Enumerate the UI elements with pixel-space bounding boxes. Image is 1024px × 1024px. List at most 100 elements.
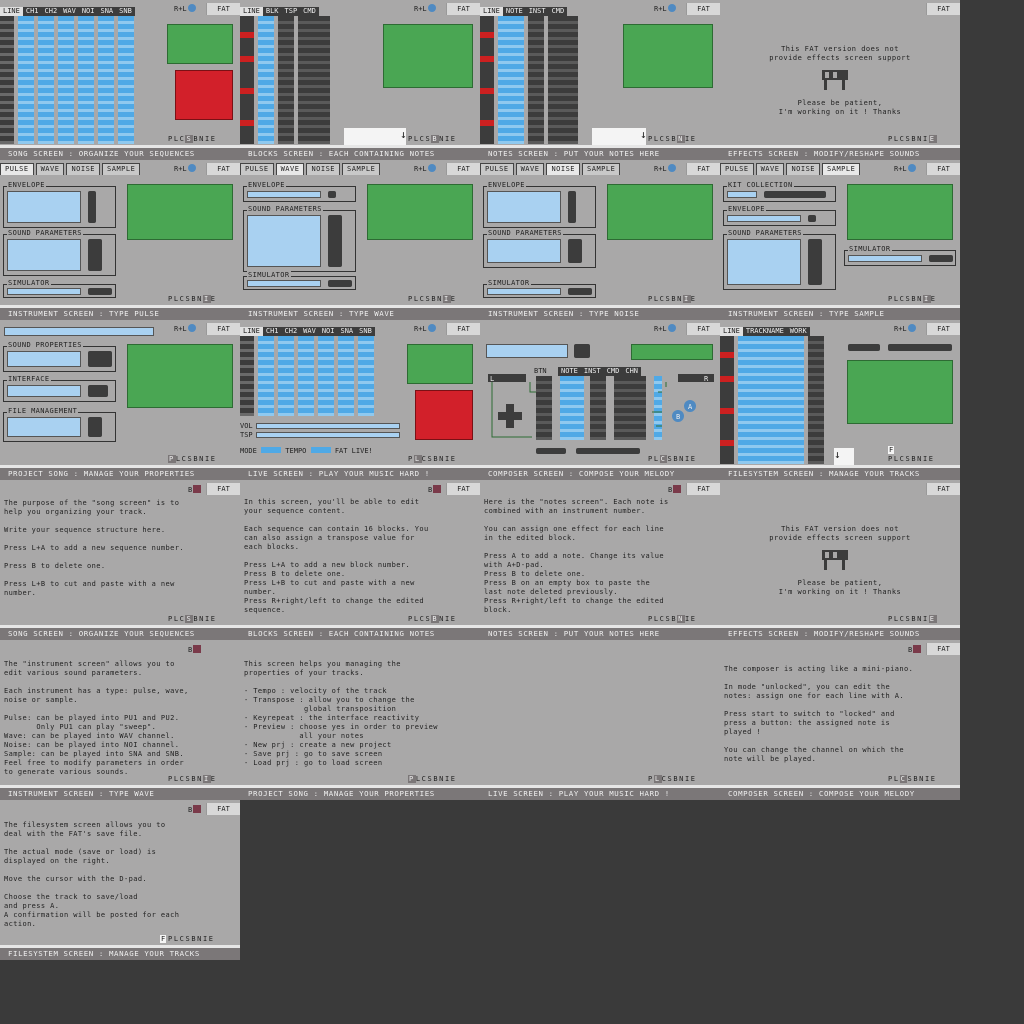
snb-column[interactable] — [118, 16, 134, 144]
nav-i-active[interactable]: I — [202, 775, 211, 783]
simulator-button[interactable] — [328, 280, 352, 287]
help-icon[interactable] — [427, 164, 436, 172]
screen-nav[interactable]: PLCSBNIE — [168, 295, 217, 303]
tab-wave[interactable]: WAVE — [35, 163, 65, 175]
wav-column[interactable] — [298, 336, 314, 416]
help-close[interactable]: B — [428, 485, 442, 494]
nav-e[interactable]: E — [209, 935, 215, 943]
nav-e[interactable]: E — [451, 775, 457, 783]
close-icon[interactable] — [433, 485, 442, 493]
help-icon[interactable] — [427, 4, 436, 12]
notes-grid[interactable] — [480, 16, 578, 144]
file-controls[interactable] — [88, 417, 102, 437]
vol-bar[interactable] — [256, 423, 400, 429]
help-close[interactable]: B — [668, 485, 682, 494]
help-icon[interactable] — [667, 324, 676, 332]
envelope-controls[interactable] — [328, 191, 336, 198]
nav-i-active[interactable]: I — [442, 295, 451, 303]
tab-noise[interactable]: NOISE — [66, 163, 101, 175]
blk-column[interactable] — [258, 16, 274, 144]
sound-graph[interactable] — [487, 239, 561, 263]
simulator-button[interactable] — [929, 255, 953, 262]
help-icon[interactable] — [667, 4, 676, 12]
filesystem-grid[interactable] — [720, 336, 824, 464]
screen-nav[interactable]: PLCSBNIE — [648, 615, 697, 623]
ch2-column[interactable] — [38, 16, 54, 144]
project-name-field[interactable] — [4, 327, 154, 336]
sound-controls[interactable] — [568, 239, 582, 263]
simulator-button[interactable] — [88, 288, 112, 295]
tab-wave[interactable]: WAVE — [275, 163, 305, 175]
screen-nav[interactable]: PLCSBNIE — [408, 615, 457, 623]
instrument-tabs[interactable]: PULSE WAVE NOISE SAMPLE — [480, 163, 622, 175]
nav-e[interactable]: E — [931, 775, 937, 783]
blocks-grid[interactable] — [240, 16, 330, 144]
mode-button[interactable] — [848, 344, 880, 351]
nav-e[interactable]: E — [211, 135, 217, 143]
screen-nav[interactable]: PLCSBNIE — [888, 295, 937, 303]
screen-nav[interactable]: PLCSBNIE — [648, 775, 697, 783]
composer-toggle[interactable] — [574, 344, 590, 358]
nav-e[interactable]: E — [211, 615, 217, 623]
sna-column[interactable] — [98, 16, 114, 144]
help-icon[interactable] — [427, 324, 436, 332]
close-icon[interactable] — [913, 645, 922, 653]
sound-properties-values[interactable] — [7, 351, 81, 367]
screen-nav[interactable]: PLCSBNIE — [888, 135, 937, 143]
tab-pulse[interactable]: PULSE — [240, 163, 274, 175]
interface-controls[interactable] — [88, 385, 108, 397]
nav-b-active[interactable]: B — [431, 135, 440, 143]
nav-n-active[interactable]: N — [677, 615, 685, 623]
nav-e[interactable]: E — [451, 455, 457, 463]
help-icon[interactable] — [187, 4, 196, 12]
cmd-column[interactable] — [548, 16, 578, 144]
composer-field[interactable] — [486, 344, 568, 358]
nav-e[interactable]: E — [691, 775, 697, 783]
help-icon[interactable] — [667, 164, 676, 172]
nav-e[interactable]: E — [451, 135, 457, 143]
help-close[interactable]: B — [188, 645, 202, 654]
help-icon[interactable] — [907, 324, 916, 332]
screen-nav[interactable]: PLCSBNIE — [408, 775, 457, 783]
tab-pulse[interactable]: PULSE — [480, 163, 514, 175]
envelope-graph[interactable] — [7, 191, 81, 223]
help-close[interactable]: B — [908, 645, 922, 654]
action-button[interactable] — [888, 344, 952, 351]
screen-nav[interactable]: PLCSBNIE — [168, 615, 217, 623]
nav-e[interactable]: E — [691, 135, 697, 143]
sound-controls[interactable] — [88, 239, 102, 271]
screen-nav[interactable]: PLCSBNIE — [648, 295, 697, 303]
simulator-button[interactable] — [568, 288, 592, 295]
tab-sample[interactable]: SAMPLE — [582, 163, 621, 175]
envelope-controls[interactable] — [568, 191, 576, 223]
nav-p-active[interactable]: P — [168, 455, 176, 463]
nav-l-active[interactable]: L — [653, 775, 662, 783]
nav-e[interactable]: E — [211, 775, 217, 783]
tab-noise[interactable]: NOISE — [786, 163, 821, 175]
noi-column[interactable] — [318, 336, 334, 416]
nav-e[interactable]: E — [691, 455, 697, 463]
instrument-tabs[interactable]: PULSE WAVE NOISE SAMPLE — [720, 163, 862, 175]
tempo-value[interactable] — [310, 447, 331, 453]
close-icon[interactable] — [673, 485, 682, 493]
tsp-bar[interactable] — [256, 432, 400, 438]
cmd-column[interactable] — [298, 16, 330, 144]
instrument-tabs[interactable]: PULSE WAVE NOISE SAMPLE — [0, 163, 142, 175]
kit-selector[interactable] — [727, 191, 757, 198]
instrument-tabs[interactable]: PULSE WAVE NOISE SAMPLE — [240, 163, 382, 175]
noi-column[interactable] — [78, 16, 94, 144]
screen-nav[interactable]: PLCSBNIE — [168, 775, 217, 783]
nav-e[interactable]: E — [929, 455, 935, 463]
nav-e[interactable]: E — [451, 295, 457, 303]
help-icon[interactable] — [907, 164, 916, 172]
tab-wave[interactable]: WAVE — [515, 163, 545, 175]
tab-sample[interactable]: SAMPLE — [102, 163, 141, 175]
nav-i-active[interactable]: I — [202, 295, 211, 303]
trackname-column[interactable] — [738, 336, 804, 464]
note-column[interactable] — [498, 16, 524, 144]
mode-value[interactable] — [261, 447, 282, 453]
nav-e[interactable]: E — [451, 615, 457, 623]
nav-e[interactable]: E — [211, 455, 217, 463]
tab-wave[interactable]: WAVE — [755, 163, 785, 175]
nav-e[interactable]: E — [691, 295, 697, 303]
